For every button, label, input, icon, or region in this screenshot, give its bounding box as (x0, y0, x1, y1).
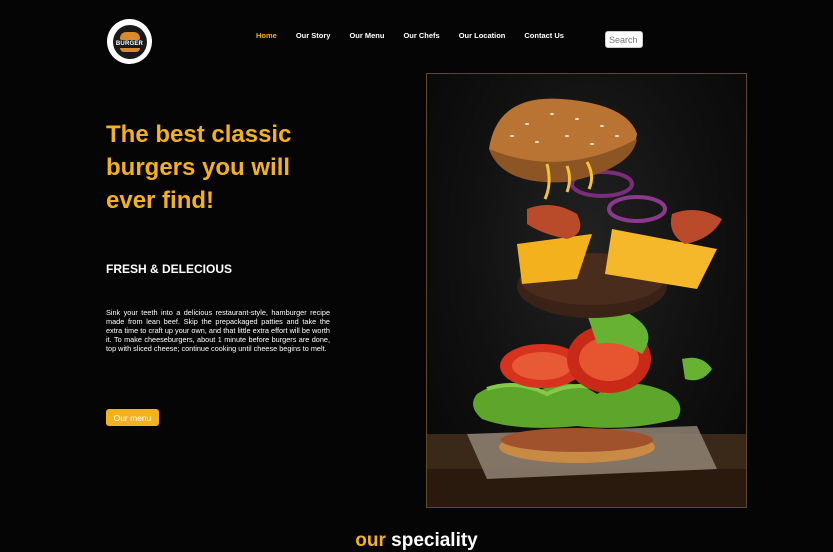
hero-description: Sink your teeth into a delicious restaur… (106, 308, 330, 353)
burger-illustration (427, 98, 746, 507)
nav-our-menu[interactable]: Our Menu (349, 31, 384, 40)
bacon (670, 210, 722, 244)
hero-title: The best classic burgers you will ever f… (106, 121, 292, 214)
burger-hero-image (426, 73, 747, 508)
hero-subtitle: FRESH & DELECIOUS (106, 262, 233, 276)
nav-our-location[interactable]: Our Location (459, 31, 506, 40)
main-nav: Home Our Story Our Menu Our Chefs Our Lo… (256, 31, 583, 40)
nav-our-story[interactable]: Our Story (296, 31, 331, 40)
logo-badge: BURGER (112, 24, 147, 59)
logo-bun-bottom-icon (119, 47, 140, 52)
section-heading-word1: our (355, 530, 386, 551)
nav-home[interactable]: Home (256, 31, 277, 40)
our-menu-button[interactable]: Our menu (106, 409, 159, 426)
section-heading: our speciality (0, 530, 833, 552)
nav-contact-us[interactable]: Contact Us (524, 31, 564, 40)
bacon (527, 205, 581, 239)
onion-ring (607, 195, 667, 223)
lettuce (473, 383, 681, 428)
logo-bun-icon (119, 31, 140, 40)
nav-our-chefs[interactable]: Our Chefs (403, 31, 439, 40)
burger-logo[interactable]: BURGER (107, 19, 152, 64)
search-input[interactable] (605, 31, 643, 48)
logo-text: BURGER (115, 40, 144, 47)
section-heading-word2: speciality (391, 530, 478, 551)
